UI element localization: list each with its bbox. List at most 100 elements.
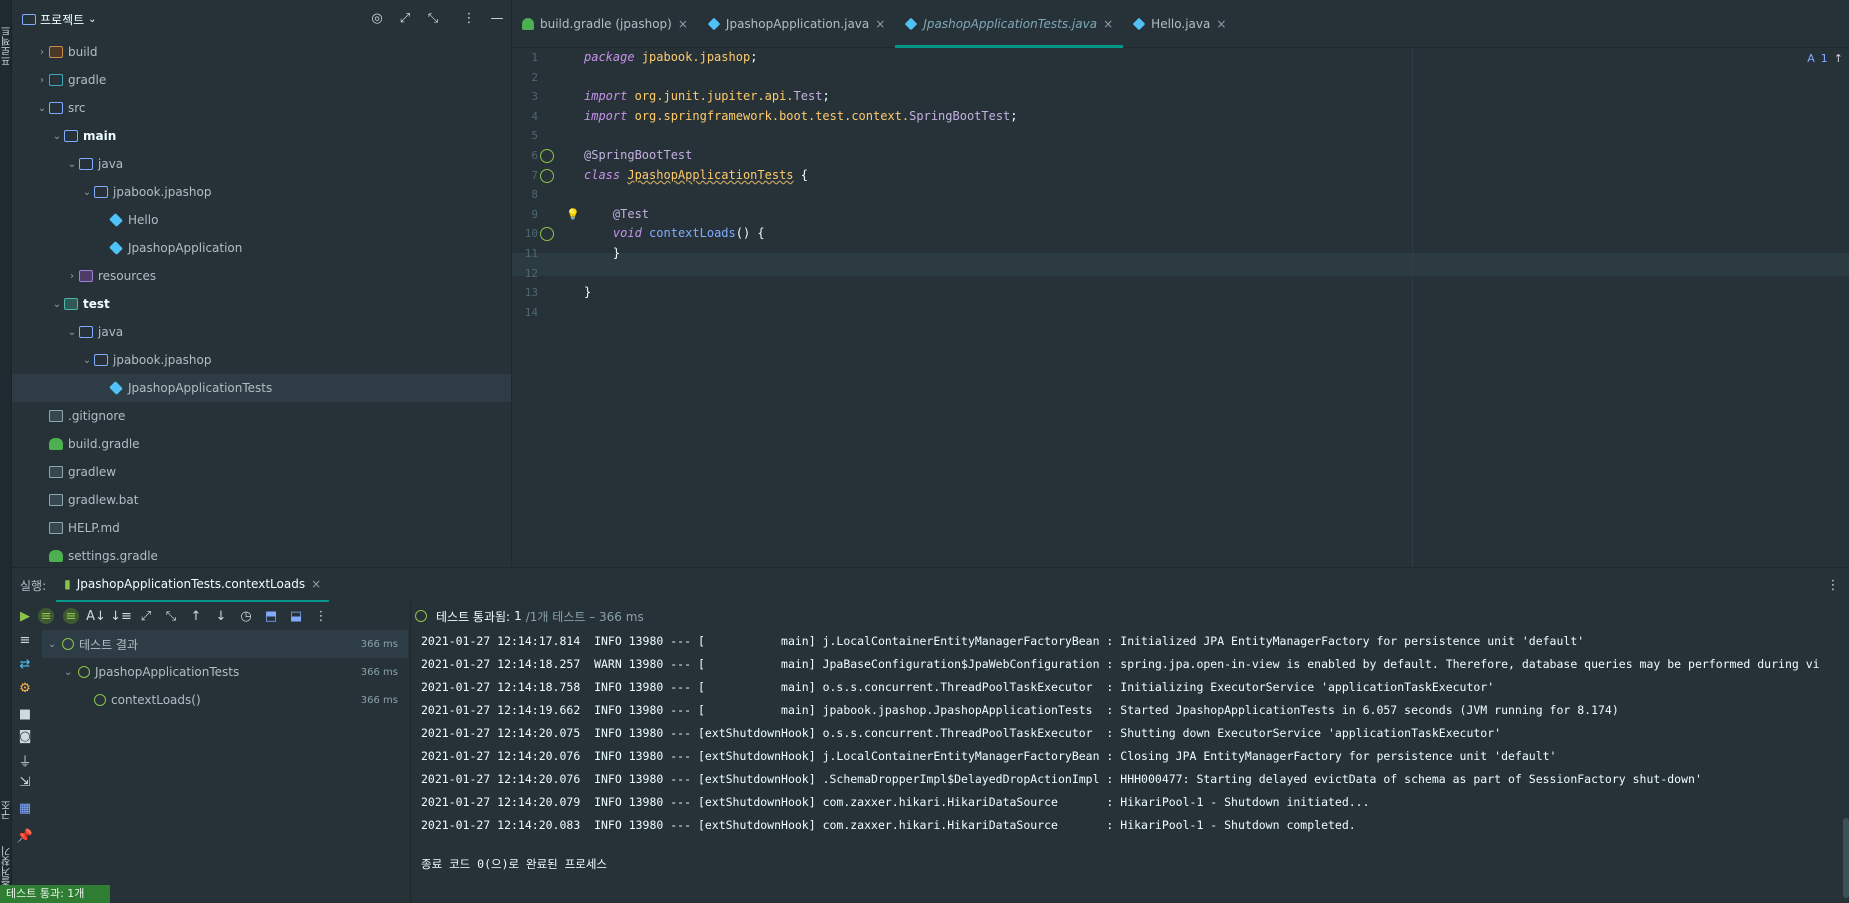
tree-item[interactable]: gradlew.bat [12,486,511,514]
run-config-tab[interactable]: ▮ JpashopApplicationTests.contextLoads × [56,568,330,602]
tree-item[interactable]: ⌄ java [12,318,511,346]
locate-target-icon[interactable]: ◎ [369,10,385,26]
sort-alphabetically-icon[interactable]: A↓ [86,608,106,624]
code-line: import org.springframework.boot.test.con… [584,107,1018,127]
editor-tab[interactable]: build.gradle (jpashop) × [512,0,698,48]
exit-icon[interactable]: ⇲ [17,774,33,790]
tree-item[interactable]: .gitignore [12,402,511,430]
chevron-icon[interactable]: ⌄ [65,159,79,170]
line-number: 1 [531,51,538,64]
chevron-icon[interactable]: ⌄ [50,131,64,142]
arrow-up-icon[interactable]: ↑ [1834,52,1843,65]
chevron-icon[interactable]: › [65,271,79,282]
show-ignored-icon[interactable]: ≡ [63,608,79,624]
history-icon[interactable]: ◷ [238,608,254,624]
chevron-icon[interactable]: ⌄ [35,103,49,114]
chevron-icon[interactable]: › [35,47,49,58]
toggle-auto-test-icon[interactable]: ⇄ [17,656,33,672]
editor-tab[interactable]: Hello.java × [1123,0,1236,48]
run-options-icon[interactable]: ⋮ [1825,577,1841,593]
tree-item[interactable]: ⌄ jpabook.jpashop [12,178,511,206]
tree-item-label: gradlew.bat [68,493,139,507]
structure-tool-window-label[interactable]: 구조 [0,780,13,820]
tree-item[interactable]: ⌄ main [12,122,511,150]
tree-item[interactable]: settings.gradle [12,542,511,570]
tree-item[interactable]: ⌄ src [12,94,511,122]
tree-item[interactable]: ⌄ java [12,150,511,178]
tree-item[interactable]: JpashopApplication [12,234,511,262]
next-failed-icon[interactable]: ↓ [213,608,229,624]
code-token: Test [793,89,823,104]
test-result-row[interactable]: ⌄ 테스트 결과 366 ms [42,630,408,658]
more-options-icon[interactable]: ⋮ [313,608,329,624]
camera-icon[interactable]: ◙ [17,728,33,744]
tree-item[interactable]: JpashopApplicationTests [12,374,511,402]
sort-by-duration-icon[interactable]: ↓≡ [110,608,132,624]
tree-item[interactable]: Hello [12,206,511,234]
test-duration: 366 ms [360,638,398,650]
close-tab-icon[interactable]: × [1103,17,1113,31]
check-icon [415,610,427,622]
close-tab-icon[interactable]: × [1216,17,1226,31]
tree-item[interactable]: ⌄ jpabook.jpashop [12,346,511,374]
run-test-method-icon[interactable] [540,227,554,242]
chevron-icon[interactable]: ⌄ [64,667,78,678]
layout-icon[interactable]: ▦ [17,800,33,816]
rerun-icon[interactable]: ▶ [17,608,33,624]
chevron-icon[interactable]: ⌄ [48,639,62,650]
chevron-icon[interactable]: › [35,75,49,86]
tree-item[interactable]: › gradle [12,66,511,94]
run-test-class-icon[interactable] [540,168,554,183]
tree-item[interactable]: › build [12,38,511,66]
test-result-row[interactable]: contextLoads() 366 ms [42,686,408,714]
chevron-icon[interactable]: ⌄ [50,299,64,310]
export-tests-icon[interactable]: ⬓ [288,608,304,624]
code-token: JpashopApplicationTests [627,167,794,182]
collapse-all-icon[interactable]: ⤡ [425,10,441,26]
intention-bulb-icon[interactable]: 💡 [566,205,580,225]
inspection-widget[interactable]: A 1 ↑ [1807,52,1843,65]
chevron-icon[interactable]: ⌄ [80,355,94,366]
previous-failed-icon[interactable]: ↑ [188,608,204,624]
line-number: 12 [524,266,538,280]
editor-tab[interactable]: JpashopApplication.java × [698,0,895,48]
project-view-selector[interactable]: 프로젝트 ⌄ [22,11,97,28]
favorites-tool-window-label[interactable]: 즐겨찾기 [0,826,13,886]
editor-tab[interactable]: JpashopApplicationTests.java × [895,0,1124,48]
tree-item[interactable]: gradlew [12,458,511,486]
pin-icon[interactable]: 📌 [17,828,33,844]
test-result-row[interactable]: ⌄ JpashopApplicationTests 366 ms [42,658,408,686]
plug-icon[interactable]: ⏚ [17,752,33,770]
expand-all-icon[interactable]: ⤢ [397,10,413,26]
code-token: { [793,167,808,182]
tree-item[interactable]: ⌄ test [12,290,511,318]
tree-item[interactable]: › resources [12,262,511,290]
hide-panel-icon[interactable]: — [489,10,505,26]
options-menu-icon[interactable]: ⋮ [461,10,477,26]
import-tests-icon[interactable]: ⬒ [263,608,279,624]
project-tool-window-label[interactable]: 프로젝트 [0,6,13,66]
close-tab-icon[interactable]: × [678,17,688,31]
spring-bean-icon[interactable] [540,149,554,163]
passed-check-icon [78,666,90,678]
tree-item[interactable]: build.gradle [12,430,511,458]
rerun-failed-icon[interactable]: ≡ [17,632,33,648]
console-scrollbar[interactable] [1843,818,1849,898]
expand-all-icon[interactable]: ⤢ [138,608,154,624]
close-tab-icon[interactable]: × [875,17,885,31]
chevron-icon[interactable]: ⌄ [80,187,94,198]
editor-gutter: 1 2 3 4 5 6 7 8 9 10 11 12 13 14 [512,48,572,567]
collapse-all-icon[interactable]: ⤡ [163,608,179,624]
line-number: 3 [531,90,538,104]
close-icon[interactable]: × [311,577,321,591]
code-area[interactable]: package jpabook.jpashop; import org.junit… [566,48,1849,567]
console-output[interactable]: 테스트 통과됨: 1 /1개 테스트 – 366 ms 2021-01-27 1… [410,602,1849,903]
tree-item[interactable]: HELP.md [12,514,511,542]
stop-icon[interactable]: ■ [17,706,33,722]
settings-gear-icon[interactable]: ⚙ [17,680,33,696]
log-line: 2021-01-27 12:14:17.814 INFO 13980 --- [… [421,634,1585,648]
show-passed-icon[interactable]: ≡ [38,608,54,624]
log-line: 2021-01-27 12:14:20.079 INFO 13980 --- [… [421,795,1370,809]
chevron-icon[interactable]: ⌄ [65,327,79,338]
